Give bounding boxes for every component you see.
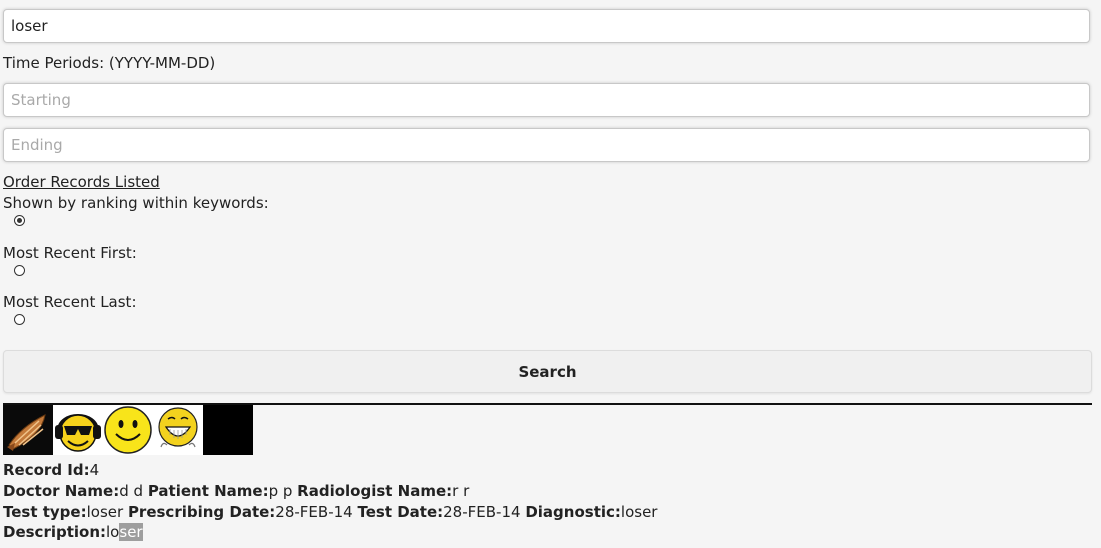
shell-icon[interactable]	[3, 405, 53, 455]
description-value: lo	[106, 523, 120, 541]
doctor-label: Doctor Name:	[3, 482, 120, 500]
option-ranking-radio[interactable]	[14, 215, 25, 226]
headphones-smiley-icon[interactable]	[53, 405, 103, 455]
smiley-icon[interactable]	[103, 405, 153, 455]
test-line: Test type:loser Prescribing Date:28-FEB-…	[3, 503, 657, 521]
record-id-value: 4	[89, 461, 100, 479]
diagnostic-value: loser	[620, 503, 658, 521]
names-line: Doctor Name:d d Patient Name:p p Radiolo…	[3, 482, 469, 500]
option-most-recent-first-radio[interactable]	[14, 265, 25, 276]
test-type-value: loser	[86, 503, 124, 521]
radiologist-label: Radiologist Name:	[297, 482, 453, 500]
black-image[interactable]	[203, 405, 253, 455]
keywords-input[interactable]	[3, 9, 1090, 43]
record-id-label: Record Id:	[3, 461, 90, 479]
starting-date-input[interactable]	[3, 83, 1090, 117]
option-most-recent-first-label: Most Recent First:	[3, 244, 137, 262]
record-id-line: Record Id:4	[3, 461, 99, 479]
order-records-link[interactable]: Order Records Listed	[3, 173, 160, 191]
test-date-label: Test Date:	[357, 503, 444, 521]
prescribing-date-value: 28-FEB-14	[275, 503, 353, 521]
test-type-label: Test type:	[3, 503, 87, 521]
radiologist-value: r r	[452, 482, 470, 500]
grinning-smiley-icon[interactable]	[153, 405, 203, 455]
description-line: Description:loser	[3, 523, 143, 541]
option-most-recent-last-label: Most Recent Last:	[3, 293, 137, 311]
doctor-value: d d	[119, 482, 144, 500]
search-button[interactable]: Search	[3, 350, 1092, 393]
description-label: Description:	[3, 523, 107, 541]
time-periods-label: Time Periods: (YYYY-MM-DD)	[3, 54, 216, 72]
option-most-recent-last-radio[interactable]	[14, 314, 25, 325]
patient-label: Patient Name:	[147, 482, 269, 500]
prescribing-date-label: Prescribing Date:	[127, 503, 276, 521]
test-date-value: 28-FEB-14	[443, 503, 521, 521]
diagnostic-label: Diagnostic:	[525, 503, 621, 521]
ending-date-input[interactable]	[3, 128, 1090, 162]
description-highlight: ser	[119, 523, 143, 541]
option-ranking-label: Shown by ranking within keywords:	[3, 194, 269, 212]
patient-value: p p	[268, 482, 293, 500]
